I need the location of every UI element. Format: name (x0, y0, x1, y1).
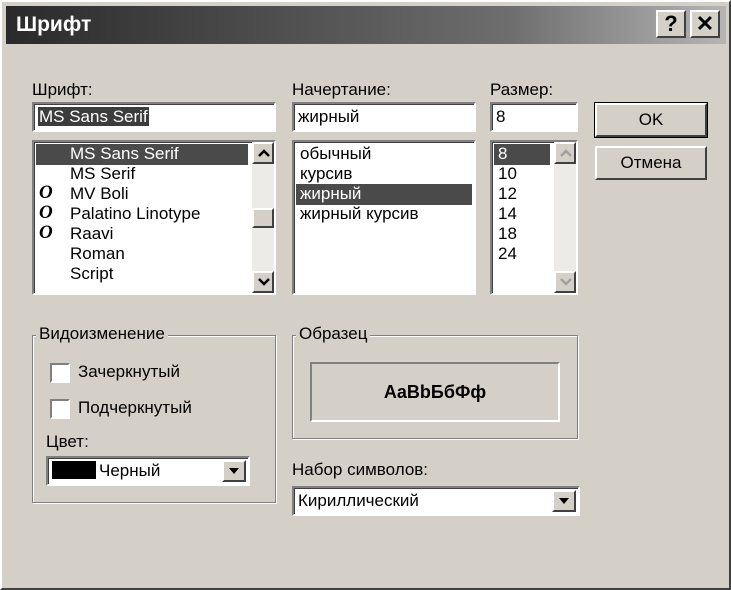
list-item-label: 10 (498, 164, 517, 183)
font-list[interactable]: MS Sans Serif MS Serif O MV Boli O Palatino L… (32, 140, 276, 295)
color-label: Цвет: (46, 432, 89, 451)
scroll-up-button[interactable] (252, 142, 274, 164)
opentype-font-icon: O (39, 182, 53, 203)
list-item[interactable]: 14 (494, 204, 550, 225)
charset-dropdown-button[interactable] (552, 490, 576, 512)
list-item[interactable]: курсив (296, 164, 472, 185)
list-item-label: MS Sans Serif (70, 144, 179, 163)
list-item[interactable]: 24 (494, 244, 550, 265)
color-select[interactable]: Черный (46, 456, 250, 486)
close-icon: ✕ (695, 11, 715, 36)
list-item-label: обычный (300, 144, 372, 163)
list-item-label: жирный (300, 184, 362, 203)
list-item-label: курсив (300, 164, 353, 183)
font-label: Шрифт: (32, 80, 93, 99)
list-item-label: Script (70, 264, 114, 283)
list-item-label: 24 (498, 244, 517, 263)
underline-label[interactable]: Подчеркнутый (78, 398, 192, 418)
list-item-label: 8 (498, 144, 508, 163)
list-item-label: Palatino Linotype (70, 204, 201, 223)
list-item-label: 18 (498, 224, 517, 243)
list-item[interactable]: 10 (494, 164, 550, 185)
charset-select[interactable]: Кириллический (292, 486, 580, 516)
list-item[interactable]: жирный курсив (296, 204, 472, 225)
list-item-label: жирный курсив (300, 204, 419, 223)
scroll-down-button[interactable] (252, 271, 274, 293)
list-item[interactable]: MS Sans Serif (36, 144, 248, 165)
size-input[interactable]: 8 (490, 102, 578, 132)
size-scroll-up-button[interactable] (554, 142, 576, 164)
color-swatch (52, 461, 96, 479)
scroll-thumb[interactable] (252, 208, 274, 228)
list-item[interactable]: Script (36, 264, 248, 285)
underline-checkbox[interactable] (50, 399, 70, 419)
list-item-label: 12 (498, 184, 517, 203)
opentype-font-icon: O (39, 202, 53, 223)
ok-button-label: OK (638, 110, 664, 129)
opentype-font-icon: O (39, 222, 53, 243)
dialog-title: Шрифт (16, 13, 92, 36)
list-item-label: MV Boli (70, 184, 129, 203)
size-value: 8 (496, 107, 506, 126)
chevron-down-icon (229, 468, 239, 474)
size-label: Размер: (490, 80, 554, 99)
chevron-up-icon (258, 149, 270, 157)
list-item[interactable]: O Raavi (36, 222, 248, 245)
list-item[interactable]: обычный (296, 144, 472, 165)
close-button[interactable]: ✕ (690, 10, 720, 38)
list-item-label: Raavi (70, 224, 114, 243)
list-item-label: MS Serif (70, 164, 136, 183)
cancel-button-label: Отмена (620, 153, 682, 172)
size-scroll-down-button[interactable] (554, 271, 576, 293)
list-item[interactable]: O MV Boli (36, 182, 248, 205)
list-item[interactable]: 8 (494, 144, 550, 165)
strikeout-label[interactable]: Зачеркнутый (78, 362, 180, 382)
size-list-scrollbar[interactable] (554, 142, 576, 293)
list-item[interactable]: 12 (494, 184, 550, 205)
effects-group-label: Видоизменение (36, 324, 168, 344)
size-list[interactable]: 8 10 12 14 18 24 (490, 140, 578, 295)
sample-group-label: Образец (296, 324, 371, 344)
list-item[interactable]: MS Serif (36, 164, 248, 185)
font-name-value: MS Sans Serif (38, 107, 149, 126)
strikeout-checkbox[interactable] (50, 363, 70, 383)
help-icon: ? (664, 11, 678, 36)
chevron-up-icon (560, 149, 572, 157)
list-item-label: 14 (498, 204, 517, 223)
charset-value: Кириллический (298, 491, 419, 510)
charset-label: Набор символов: (292, 460, 429, 479)
list-item[interactable]: Roman (36, 244, 248, 265)
color-value: Черный (99, 461, 161, 480)
list-item-label: Roman (70, 244, 125, 263)
chevron-down-icon (559, 498, 569, 504)
cancel-button[interactable]: Отмена (595, 146, 707, 180)
help-button[interactable]: ? (656, 10, 686, 38)
list-item[interactable]: жирный (296, 184, 472, 205)
title-bar[interactable]: Шрифт ? ✕ (6, 6, 726, 44)
sample-text: AaBbБбФф (383, 382, 487, 402)
style-label: Начертание: (292, 80, 391, 99)
font-name-input[interactable]: MS Sans Serif (32, 102, 276, 132)
font-list-scrollbar[interactable] (252, 142, 274, 293)
chevron-down-icon (258, 278, 270, 286)
style-list[interactable]: обычный курсив жирный жирный курсив (292, 140, 476, 295)
sample-preview: AaBbБбФф (310, 362, 560, 422)
font-dialog: Шрифт ? ✕ Шрифт: MS Sans Serif MS Sans S… (0, 0, 731, 590)
list-item[interactable]: O Palatino Linotype (36, 202, 248, 225)
chevron-down-icon (560, 278, 572, 286)
style-value: жирный (298, 107, 360, 126)
color-dropdown-button[interactable] (222, 460, 246, 482)
list-item[interactable]: 18 (494, 224, 550, 245)
ok-button[interactable]: OK (594, 102, 708, 138)
style-input[interactable]: жирный (292, 102, 476, 132)
